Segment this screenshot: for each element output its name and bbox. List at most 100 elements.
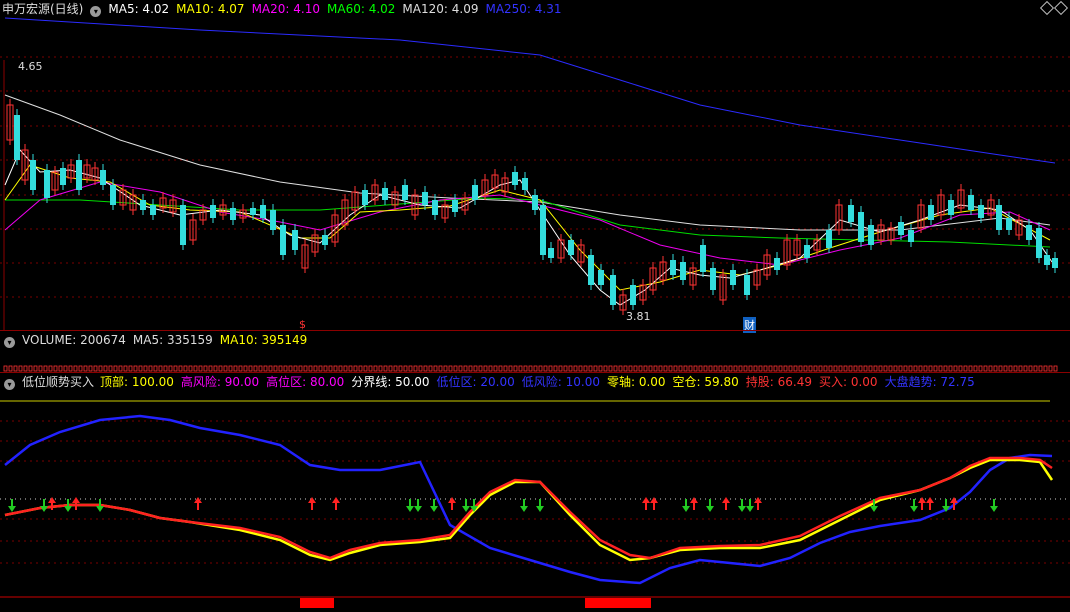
volume-bar: [298, 365, 303, 372]
chart-canvas: [0, 17, 1070, 608]
volume-bar: [203, 365, 208, 372]
ma5-line: [4, 149, 1053, 306]
candle-body: [548, 248, 554, 258]
candle-body: [804, 245, 810, 258]
price-high-label: 4.65: [18, 60, 43, 73]
volume-bar: [783, 365, 788, 372]
price-low-label: 3.81: [626, 310, 651, 323]
volume-bar: [428, 365, 433, 372]
volume-bar: [223, 365, 228, 372]
sell-arrow-icon: [910, 506, 918, 512]
volume-bar: [993, 365, 998, 372]
volume-bar: [678, 365, 683, 372]
candle-body: [76, 160, 82, 190]
volume-bar: [413, 365, 418, 372]
volume-bar: [243, 365, 248, 372]
volume-bar: [613, 365, 618, 372]
volume-bar: [1053, 365, 1058, 372]
volume-bar: [238, 365, 243, 372]
volume-bar: [953, 365, 958, 372]
volume-bar: [903, 365, 908, 372]
volume-bar: [53, 365, 58, 372]
volume-bar: [188, 365, 193, 372]
candle-body: [1026, 225, 1032, 240]
volume-bar: [328, 365, 333, 372]
volume-bar: [83, 365, 88, 372]
volume-bar: [18, 365, 23, 372]
sell-arrow-icon: [870, 506, 878, 512]
volume-bar: [268, 365, 273, 372]
volume-bar: [648, 365, 653, 372]
volume-legend: ▾ VOLUME: 200674 MA5: 335159 MA10: 395149: [0, 331, 321, 349]
candle-body: [14, 115, 20, 160]
volume-bar: [748, 365, 753, 372]
volume-bar: [838, 365, 843, 372]
volume-legend-item: VOLUME: 200674: [22, 333, 126, 347]
volume-bar: [443, 365, 448, 372]
candle-body: [472, 185, 478, 200]
buy-arrow-icon: [332, 497, 340, 503]
chevron-down-icon[interactable]: ▾: [4, 379, 15, 390]
candle-body: [1036, 228, 1042, 258]
volume-bar: [293, 365, 298, 372]
volume-bar: [13, 365, 18, 372]
volume-bar: [78, 365, 83, 372]
sell-arrow-icon: [462, 506, 470, 512]
volume-bar: [958, 365, 963, 372]
volume-bar: [523, 365, 528, 372]
volume-bar: [1023, 365, 1028, 372]
volume-bar: [38, 365, 43, 372]
volume-bar: [263, 365, 268, 372]
volume-bar: [113, 365, 118, 372]
indicator-legend-item: 顶部: 100.00: [100, 375, 174, 389]
volume-bar: [823, 365, 828, 372]
volume-bar: [498, 365, 503, 372]
sell-arrow-icon: [682, 506, 690, 512]
sell-arrow-icon: [96, 506, 104, 512]
volume-bar: [618, 365, 623, 372]
volume-bar: [163, 365, 168, 372]
volume-bar: [533, 365, 538, 372]
volume-bar: [988, 365, 993, 372]
volume-bar: [633, 365, 638, 372]
volume-bar: [43, 365, 48, 372]
candle-body: [928, 205, 934, 220]
chevron-down-icon[interactable]: ▾: [4, 337, 15, 348]
volume-bar: [128, 365, 133, 372]
sell-arrow-icon: [706, 506, 714, 512]
indicator-legend-item: 买入: 0.00: [818, 375, 878, 389]
volume-bar: [503, 365, 508, 372]
volume-bar: [303, 365, 308, 372]
volume-bar: [938, 365, 943, 372]
volume-bar: [898, 365, 903, 372]
volume-bar: [438, 365, 443, 372]
volume-bar: [398, 365, 403, 372]
volume-bar: [928, 365, 933, 372]
volume-bar: [68, 365, 73, 372]
candle-body: [680, 262, 686, 280]
volume-bar: [708, 365, 713, 372]
sell-arrow-icon: [414, 506, 422, 512]
candle-body: [710, 268, 716, 290]
volume-bar: [248, 365, 253, 372]
volume-bar: [478, 365, 483, 372]
indicator-legend-item: 空仓: 59.80: [672, 375, 739, 389]
volume-bar: [828, 365, 833, 372]
volume-bar: [1013, 365, 1018, 372]
buy-arrow-icon: [650, 497, 658, 503]
candle-body: [996, 205, 1002, 230]
volume-bar: [918, 365, 923, 372]
volume-bar: [883, 365, 888, 372]
candle-body: [522, 178, 528, 190]
volume-bar: [378, 365, 383, 372]
candle-body: [858, 212, 864, 242]
volume-bar: [423, 365, 428, 372]
volume-bar: [833, 365, 838, 372]
volume-bar: [848, 365, 853, 372]
candle-body: [210, 205, 216, 218]
volume-bar: [338, 365, 343, 372]
volume-bar: [118, 365, 123, 372]
buy-arrow-icon: [642, 497, 650, 503]
candle-body: [588, 255, 594, 285]
sell-arrow-icon: [738, 506, 746, 512]
